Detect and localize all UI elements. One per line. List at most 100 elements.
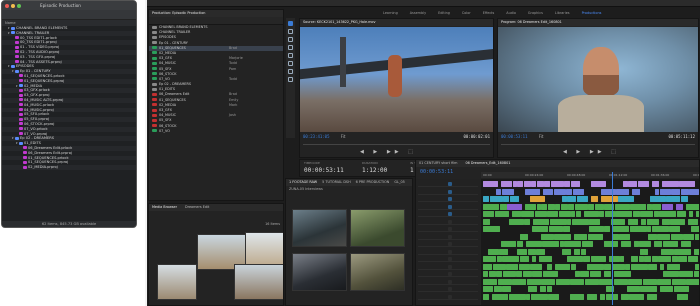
- timeline-clip[interactable]: [679, 271, 693, 277]
- timeline-clip[interactable]: [523, 181, 531, 187]
- timeline-clip[interactable]: [616, 188, 629, 195]
- timeline-clip[interactable]: [483, 293, 489, 300]
- timeline-clip[interactable]: [586, 263, 604, 270]
- timeline-clip[interactable]: [680, 196, 688, 202]
- timeline-clip[interactable]: [638, 256, 644, 262]
- timeline-clip[interactable]: [525, 203, 536, 210]
- track-toggle-icon[interactable]: [448, 257, 452, 261]
- timeline-clip[interactable]: [507, 203, 522, 210]
- timeline-clip[interactable]: [574, 233, 587, 240]
- timeline-clip[interactable]: [546, 286, 552, 292]
- timeline-clip[interactable]: [648, 263, 657, 270]
- razor-tool-icon[interactable]: [288, 45, 293, 50]
- bin-tab[interactable]: 6 PRE PRODUCTION: [356, 180, 390, 184]
- timeline-clip[interactable]: [604, 263, 611, 270]
- timeline-clip[interactable]: [642, 278, 657, 285]
- timeline-clip[interactable]: [555, 203, 560, 210]
- bin-thumbnail[interactable]: [245, 232, 283, 268]
- timeline-clip[interactable]: [563, 226, 570, 232]
- workspace-tab[interactable]: Learning: [377, 9, 404, 17]
- timeline-clip[interactable]: [611, 263, 625, 270]
- media-browser-tab[interactable]: Media Browser: [152, 205, 177, 209]
- timeline-clip[interactable]: [531, 256, 536, 262]
- timeline-clip[interactable]: [657, 278, 671, 285]
- timeline-clip[interactable]: [496, 256, 502, 262]
- track-toggle-icon[interactable]: [448, 234, 452, 239]
- timeline-clip[interactable]: [660, 263, 664, 270]
- source-transport-controls[interactable]: ◀ ▶ ▶▶ ⬚: [360, 149, 417, 155]
- timeline-clip[interactable]: [667, 263, 680, 270]
- timeline-clip[interactable]: [678, 256, 687, 262]
- timeline-clip[interactable]: [525, 241, 542, 247]
- timeline-clip[interactable]: [483, 196, 489, 202]
- timeline-clip[interactable]: [691, 226, 699, 232]
- timeline-clip[interactable]: [600, 188, 616, 195]
- timeline-clip[interactable]: [541, 278, 555, 285]
- timeline-clip[interactable]: [575, 211, 581, 217]
- track-toggle-icon[interactable]: [448, 279, 452, 284]
- timeline-clip[interactable]: [512, 278, 526, 285]
- timeline-clip[interactable]: [647, 233, 657, 240]
- bin-thumbnail[interactable]: [234, 264, 283, 300]
- bin-items-label[interactable]: Dreamers Edit: [185, 205, 209, 209]
- production-tab[interactable]: Production: Episodic Production: [152, 11, 205, 15]
- timeline-clip[interactable]: [671, 256, 678, 262]
- track-toggle-icon[interactable]: [448, 219, 452, 224]
- timeline-clip[interactable]: [659, 211, 676, 217]
- timeline-clip[interactable]: [640, 286, 657, 292]
- track-toggle-icon[interactable]: [448, 197, 452, 201]
- timeline-clip[interactable]: [625, 263, 630, 270]
- timeline-clip[interactable]: [524, 218, 530, 225]
- timeline-clip[interactable]: [693, 271, 699, 277]
- source-scrubber[interactable]: [303, 144, 490, 145]
- track-header[interactable]: [418, 226, 478, 232]
- timeline-clip[interactable]: [488, 271, 496, 277]
- timeline-clip[interactable]: [508, 218, 524, 225]
- timeline-clip[interactable]: [487, 248, 499, 255]
- timeline-clip[interactable]: [603, 271, 611, 277]
- timeline-clip[interactable]: [530, 263, 542, 270]
- timeline-clip[interactable]: [660, 248, 674, 255]
- timeline-clip[interactable]: [639, 248, 648, 255]
- timeline-tracks[interactable]: [481, 179, 699, 305]
- track-toggle-icon[interactable]: [448, 249, 452, 254]
- timeline-clip[interactable]: [499, 248, 508, 255]
- source-tab[interactable]: Source: KECK2101_143622_PKG_Hale.mov: [303, 20, 376, 24]
- timeline-clip[interactable]: [646, 218, 659, 225]
- production-search-bar[interactable]: [149, 17, 283, 25]
- timeline-clip[interactable]: [629, 293, 644, 300]
- timeline-clip[interactable]: [655, 188, 659, 195]
- timeline-clip[interactable]: [509, 196, 519, 202]
- timeline-clip[interactable]: [502, 271, 516, 277]
- timeline-clip[interactable]: [511, 211, 521, 217]
- timeline-clip[interactable]: [600, 196, 618, 202]
- timeline-clip[interactable]: [526, 293, 530, 300]
- workspace-tab[interactable]: Effects: [477, 9, 501, 17]
- timeline-clip[interactable]: [483, 181, 498, 187]
- timeline-clip[interactable]: [676, 211, 686, 217]
- timeline-clip[interactable]: [687, 256, 698, 262]
- timeline-clip[interactable]: [540, 233, 554, 240]
- timeline-clip[interactable]: [618, 196, 634, 202]
- timeline-clip[interactable]: [608, 256, 620, 262]
- timeline-clip[interactable]: [662, 271, 679, 277]
- timeline-clip[interactable]: [653, 211, 659, 217]
- timeline-clip[interactable]: [644, 256, 651, 262]
- timeline-clip[interactable]: [492, 263, 506, 270]
- timeline-clip[interactable]: [517, 248, 527, 255]
- timeline-clip[interactable]: [548, 293, 559, 300]
- timeline-clip[interactable]: [695, 263, 699, 270]
- timeline-clip[interactable]: [532, 226, 548, 232]
- sequence-tab[interactable]: 06 Dreamers_Edit_160801: [465, 161, 510, 165]
- timeline-clip[interactable]: [555, 263, 570, 270]
- timeline-clip[interactable]: [630, 263, 648, 270]
- timeline-clip[interactable]: [615, 211, 632, 217]
- timeline-clip[interactable]: [641, 218, 646, 225]
- timeline-clip[interactable]: [501, 188, 514, 195]
- finder-row[interactable]: 02_MEDIA.prproj: [2, 165, 136, 170]
- timeline-clip[interactable]: [620, 256, 624, 262]
- timeline-clip[interactable]: [661, 181, 679, 187]
- timeline-clip[interactable]: [529, 196, 545, 202]
- timeline-clip[interactable]: [628, 218, 638, 225]
- timeline-clip[interactable]: [652, 203, 661, 210]
